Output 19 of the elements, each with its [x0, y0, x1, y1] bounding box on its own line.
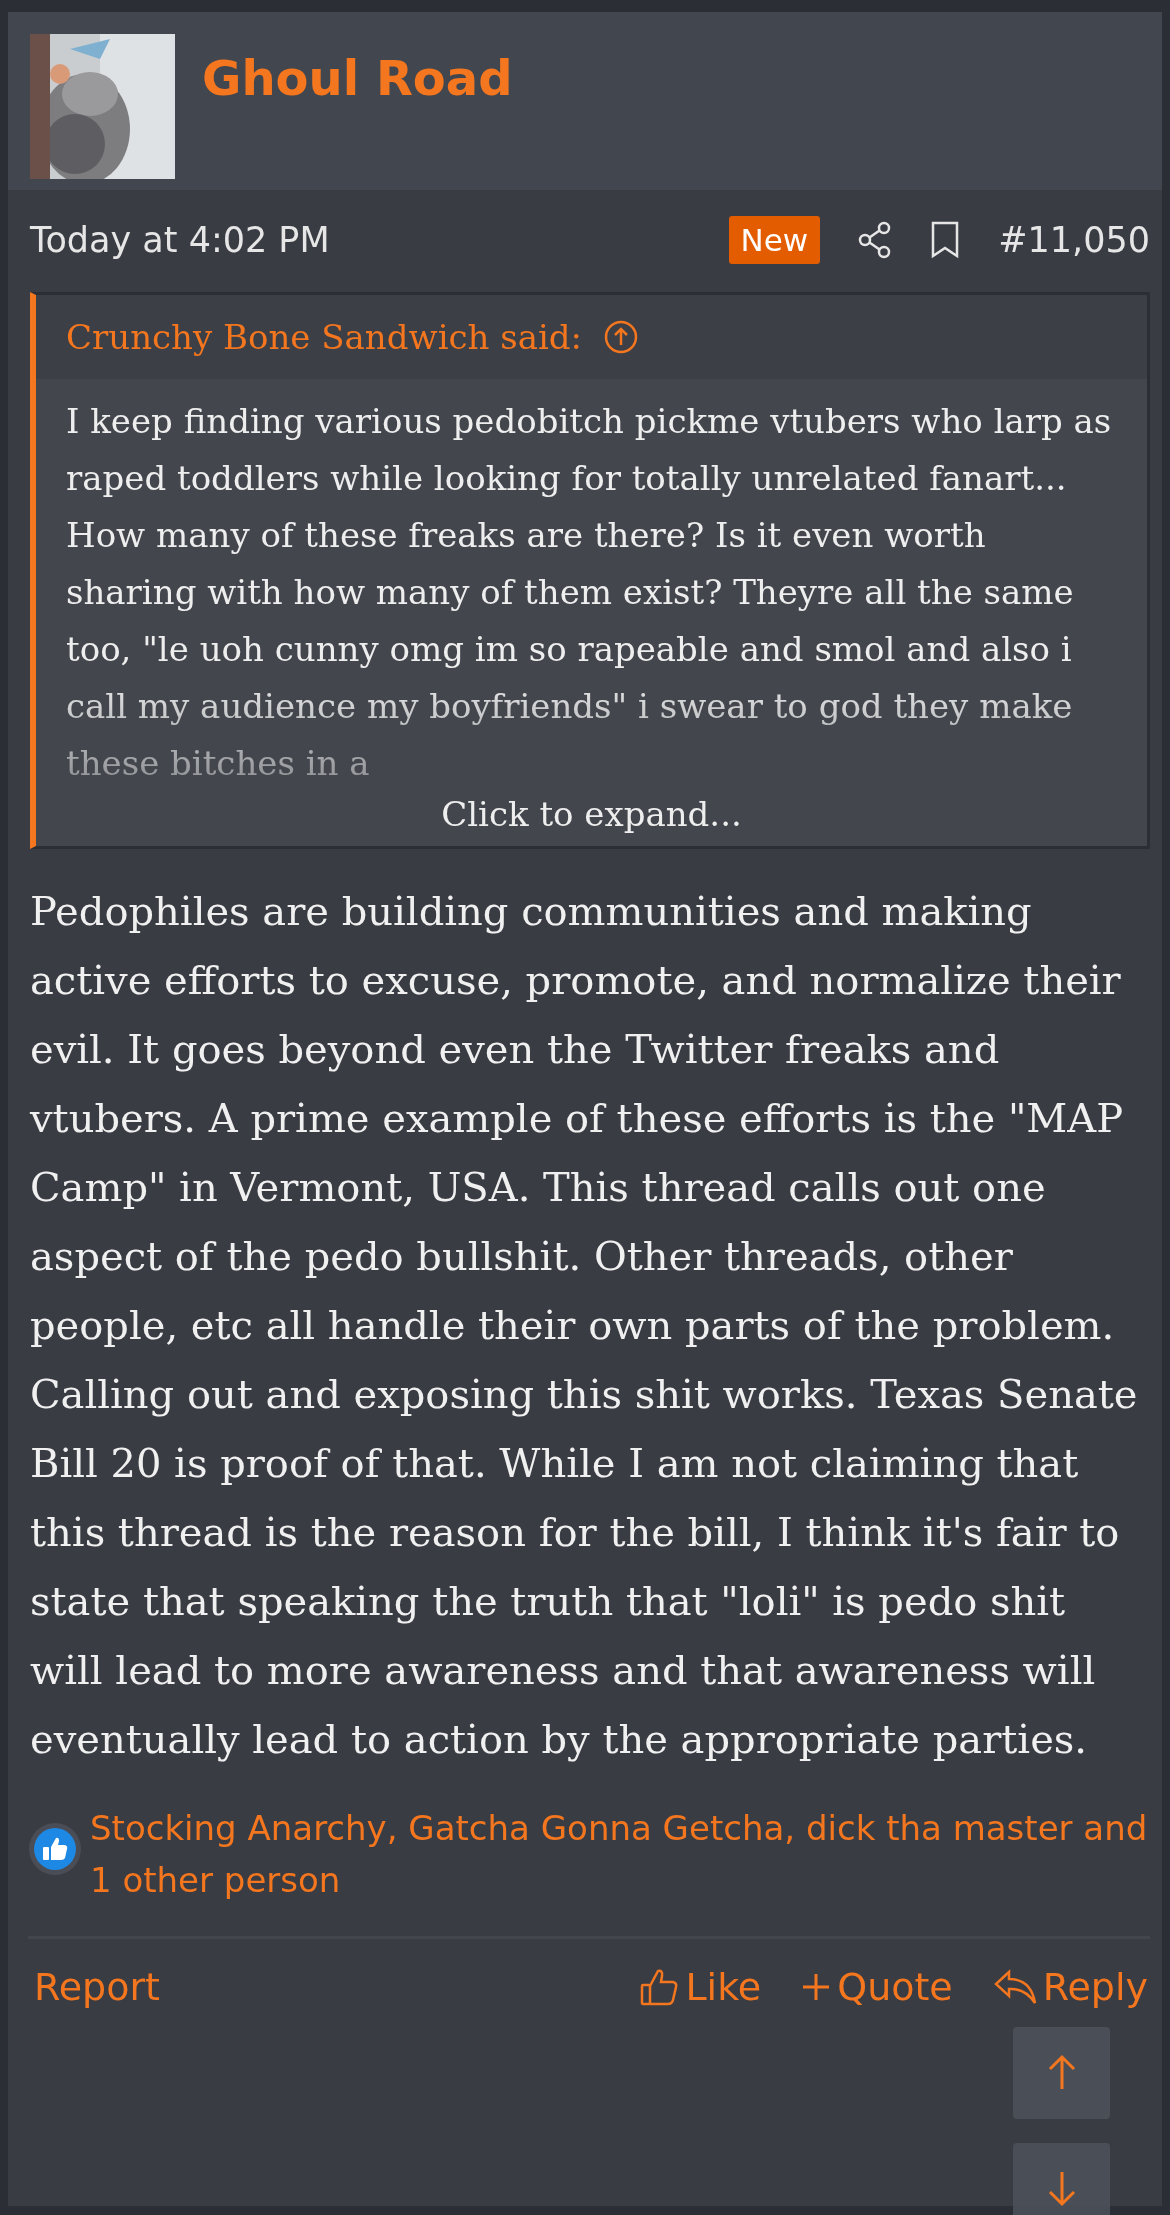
quote-text: I keep finding various pedobitch pickme vtubers who larp as raped toddlers while looking for totally unrelated fanart... How many of these freaks are there? Is it even worth sharing with how many of them exist? Theyre all the same too, "le uoh cunny omg im so rapeable and smol and also i call my audience my boyfriends" i swear to god they make these bitches in a	[66, 400, 1113, 785]
expand-link[interactable]: Click to expand...	[66, 794, 1117, 834]
reaction-list-link[interactable]: Stocking Anarchy, Gatcha Gonna Getcha, dick tha master and 1 other person	[90, 1802, 1150, 1906]
arrow-up-circle-icon[interactable]	[604, 320, 639, 354]
post-date[interactable]: Today at 4:02 PM	[30, 220, 330, 260]
reply-icon	[992, 1968, 1037, 2005]
plus-icon	[801, 1971, 832, 2002]
post-number-link[interactable]: #11,050	[998, 220, 1150, 260]
bookmark-icon[interactable]	[930, 221, 961, 259]
like-button[interactable]: Like	[639, 1964, 762, 2009]
share-icon[interactable]	[858, 221, 893, 259]
post-text: Pedophiles are building communities and making active efforts to excuse, promote, and normalize their evil. It goes beyond even the Twitter freaks and vtubers. A prime example of these efforts is the "MAP Camp" in Vermont, USA. This thread calls out one aspect of the pedo bullshit. Other threads, other people, etc all handle their own parts of the problem. Calling out and exposing this shit works. Texas Senate Bill 20 is proof of that. While I am not claiming that this thread is the reason for the bill, I think it's fair to state that speaking the truth that "loli" is pedo shit will lead to more awareness and that awareness will eventually lead to action by the appropriate parties.	[30, 887, 1139, 1764]
scroll-down-button[interactable]	[1013, 2143, 1110, 2215]
reply-button[interactable]: Reply	[992, 1964, 1148, 2009]
thumbs-up-icon	[28, 1822, 82, 1876]
new-badge: New	[728, 216, 821, 264]
username-link[interactable]: Ghoul Road	[202, 50, 513, 106]
report-button[interactable]: Report	[34, 1964, 160, 2009]
quote-button[interactable]: Quote	[801, 1964, 953, 2009]
